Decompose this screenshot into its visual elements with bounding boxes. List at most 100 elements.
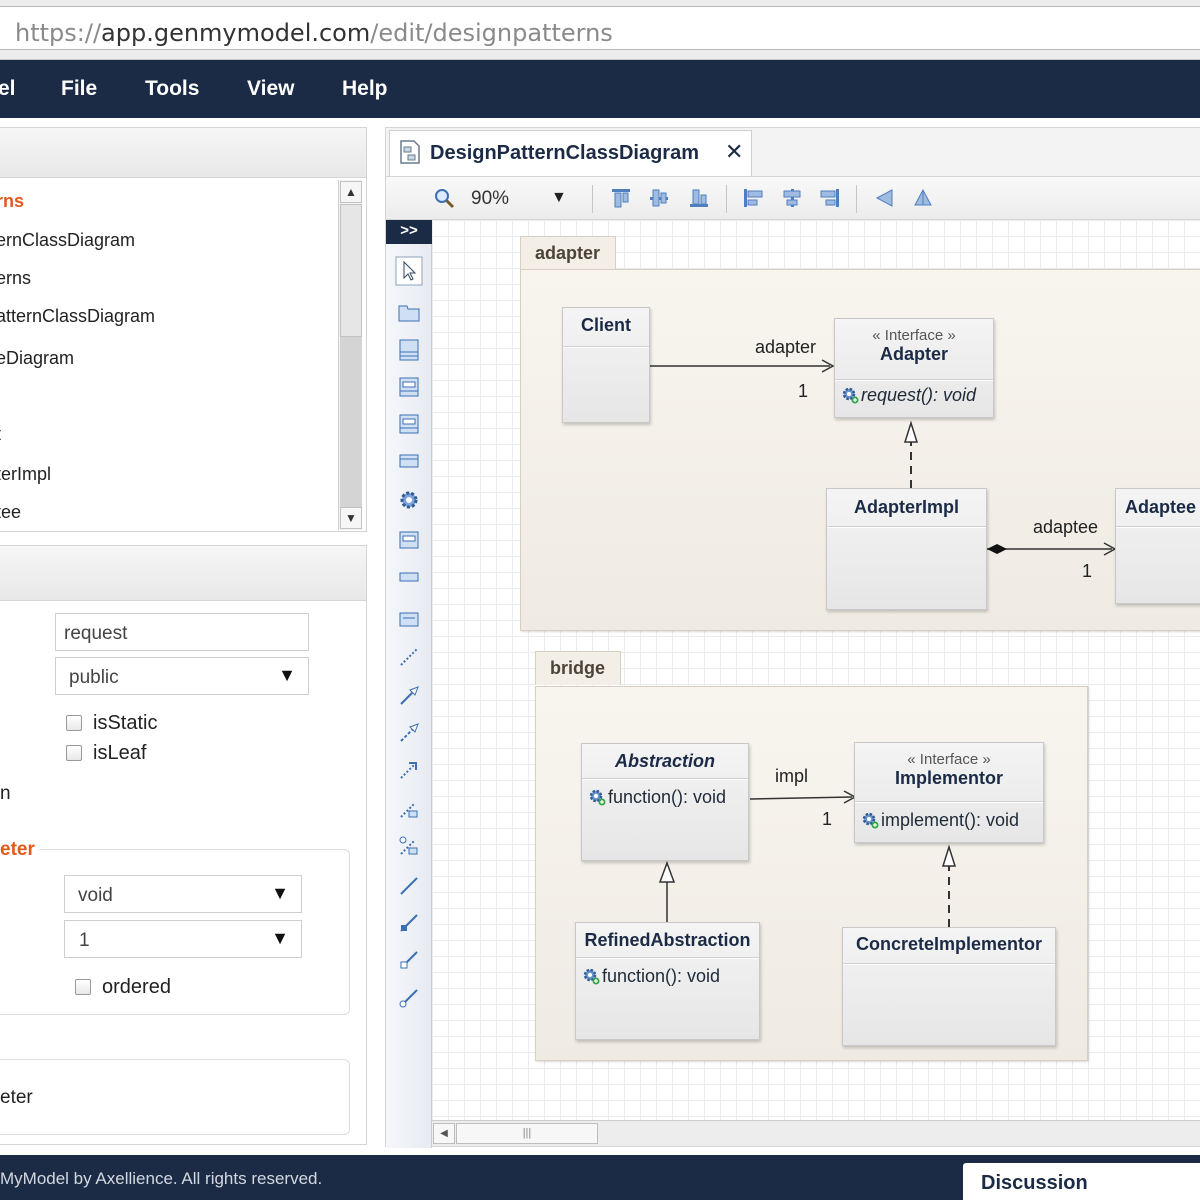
align-top-icon[interactable] xyxy=(610,187,632,209)
comment-icon[interactable] xyxy=(397,608,421,632)
interface-implementor[interactable]: « Interface » Implementor implement(): v… xyxy=(854,742,1044,843)
scroll-left-icon[interactable]: ◀ xyxy=(433,1123,455,1144)
tree-item[interactable]: atternClassDiagram xyxy=(0,306,155,327)
tree-panel-header xyxy=(0,128,366,178)
operation-gear-icon xyxy=(589,789,606,806)
tree-item[interactable]: t xyxy=(0,424,1,445)
generalization-link-icon[interactable] xyxy=(397,684,421,708)
magnifier-icon[interactable] xyxy=(433,187,455,209)
toolbar-separator xyxy=(726,185,727,213)
chevron-down-icon[interactable]: ▼ xyxy=(551,189,567,207)
operation-gear-icon xyxy=(862,812,879,829)
menu-model[interactable]: el xyxy=(0,77,16,101)
select-pointer-icon[interactable] xyxy=(395,256,423,286)
scroll-down-icon[interactable]: ▼ xyxy=(340,507,362,529)
align-bottom-icon[interactable] xyxy=(688,187,710,209)
chevron-down-icon: ▼ xyxy=(271,928,289,948)
toolbar-separator xyxy=(856,185,857,213)
directed-association-link-icon[interactable] xyxy=(397,986,421,1010)
distribute-vertical-icon[interactable] xyxy=(912,187,934,209)
class-name: Adaptee xyxy=(1125,497,1197,517)
close-icon[interactable]: ✕ xyxy=(725,139,743,165)
is-static-checkbox[interactable] xyxy=(66,715,82,731)
class-client[interactable]: Client xyxy=(562,307,650,423)
datatype-icon[interactable] xyxy=(397,449,421,473)
tree-scrollbar[interactable]: ▲ ▼ xyxy=(338,180,362,530)
interface-icon[interactable] xyxy=(397,375,421,399)
literal-icon[interactable] xyxy=(397,565,421,589)
distribute-horizontal-icon[interactable] xyxy=(874,187,896,209)
tree-item[interactable]: eDiagram xyxy=(0,348,74,369)
dependency-link-icon[interactable] xyxy=(397,645,421,669)
toolbar-separator xyxy=(592,185,593,213)
copyright-text: MyModel by Axellience. All rights reserv… xyxy=(0,1169,323,1188)
realization-link-icon[interactable] xyxy=(397,721,421,745)
tab-design-pattern-class-diagram[interactable]: DesignPatternClassDiagram ✕ xyxy=(389,130,752,178)
interface-adapter[interactable]: « Interface » Adapter request(): void xyxy=(834,318,994,418)
edge-multiplicity-label: 1 xyxy=(822,809,833,829)
return-type-select[interactable]: void ▼ xyxy=(64,875,302,913)
class-adapter-impl[interactable]: AdapterImpl xyxy=(826,488,987,610)
tree-item[interactable]: erns xyxy=(0,268,31,289)
class-icon[interactable] xyxy=(397,338,421,362)
truncated-property-label: n xyxy=(0,783,11,804)
usage-link-icon[interactable] xyxy=(397,758,421,782)
menu-help[interactable]: Help xyxy=(342,77,388,101)
operation-signature: function(): void xyxy=(608,787,727,807)
class-divider xyxy=(843,963,1055,965)
align-middle-icon[interactable] xyxy=(648,187,670,209)
discussion-label: Discussion xyxy=(981,1172,1088,1194)
operation-row[interactable]: implement(): void xyxy=(861,810,1019,831)
class-name: Adapter xyxy=(879,344,948,364)
scroll-up-icon[interactable]: ▲ xyxy=(340,181,362,203)
is-leaf-checkbox[interactable] xyxy=(66,745,82,761)
palette-toggle-button[interactable]: >> xyxy=(386,220,432,244)
enumeration-icon[interactable] xyxy=(397,412,421,436)
operation-row[interactable]: function(): void xyxy=(588,787,726,808)
ordered-checkbox[interactable] xyxy=(75,979,91,995)
canvas-scroll-thumb[interactable]: ||| xyxy=(456,1123,598,1144)
menu-tools[interactable]: Tools xyxy=(145,77,199,101)
project-tree-panel: rns ernClassDiagram erns atternClassDiag… xyxy=(0,127,367,532)
menu-file[interactable]: File xyxy=(61,77,97,101)
browser-address-bar: https://app.genmymodel.com/edit/designpa… xyxy=(0,0,1200,60)
class-concrete-implementor[interactable]: ConcreteImplementor xyxy=(842,927,1056,1046)
substitution-link-icon[interactable] xyxy=(397,797,421,821)
return-type-value: void xyxy=(78,885,113,906)
diagram-canvas[interactable]: adapter bridge adapter 1 adaptee 1 impl … xyxy=(432,220,1200,1120)
package-icon[interactable] xyxy=(397,301,421,325)
tree-item[interactable]: rns xyxy=(0,191,24,212)
association-link-icon[interactable] xyxy=(397,874,421,898)
operation-row[interactable]: request(): void xyxy=(841,385,976,406)
aggregation-link-icon[interactable] xyxy=(397,948,421,972)
attribute-icon[interactable] xyxy=(397,528,421,552)
operation-row[interactable]: function(): void xyxy=(582,966,720,987)
url-field[interactable]: https://app.genmymodel.com/edit/designpa… xyxy=(0,6,1200,50)
stereotype-label: « Interface » xyxy=(872,327,956,344)
visibility-select[interactable]: public ▼ xyxy=(55,657,309,695)
class-abstraction[interactable]: Abstraction function(): void xyxy=(581,743,749,861)
tree-item[interactable]: terImpl xyxy=(0,464,51,485)
class-adaptee[interactable]: Adaptee xyxy=(1115,488,1200,604)
tree-scroll-thumb[interactable] xyxy=(340,204,362,337)
canvas-horizontal-scrollbar[interactable]: ◀ ||| xyxy=(432,1120,1200,1146)
is-static-label: isStatic xyxy=(93,712,158,734)
url-host: app.genmymodel.com xyxy=(101,19,371,47)
menu-view[interactable]: View xyxy=(247,77,294,101)
multiplicity-select[interactable]: 1 ▼ xyxy=(64,920,302,958)
operation-name-field[interactable]: request xyxy=(55,613,309,651)
class-divider xyxy=(582,778,748,780)
tree-item[interactable]: tee xyxy=(0,502,21,523)
tree-item[interactable]: ernClassDiagram xyxy=(0,230,135,251)
url-path: /edit/designpatterns xyxy=(370,19,613,47)
align-center-icon[interactable] xyxy=(781,187,803,209)
align-left-icon[interactable] xyxy=(742,187,764,209)
operation-gear-icon[interactable] xyxy=(397,488,421,512)
discussion-tab[interactable]: Discussion xyxy=(963,1163,1200,1200)
composition-link-icon[interactable] xyxy=(397,911,421,935)
class-refined-abstraction[interactable]: RefinedAbstraction function(): void xyxy=(575,922,760,1040)
interface-realization-link-icon[interactable] xyxy=(397,834,421,858)
zoom-level[interactable]: 90% xyxy=(471,188,509,210)
align-right-icon[interactable] xyxy=(819,187,841,209)
footer-bar: MyModel by Axellience. All rights reserv… xyxy=(0,1155,1200,1200)
